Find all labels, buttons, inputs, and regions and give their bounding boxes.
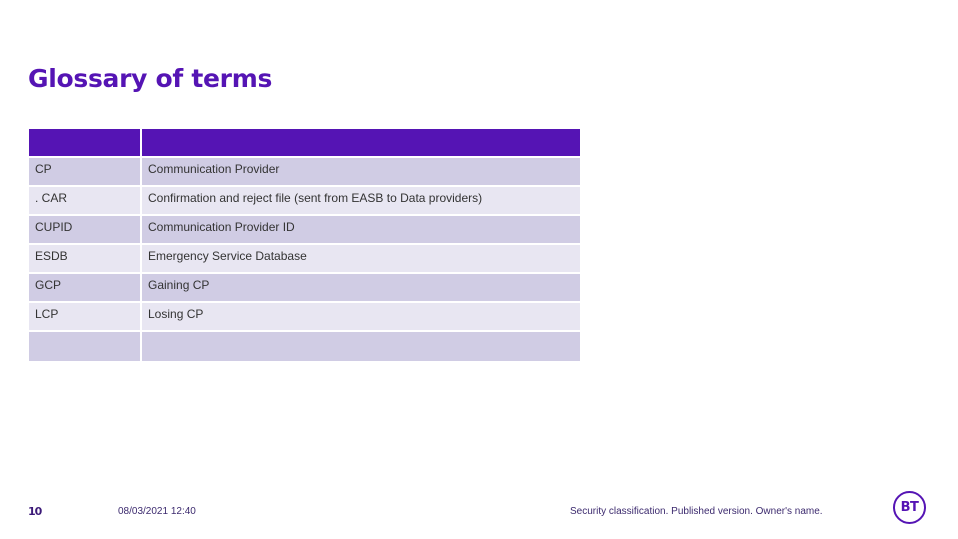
table-row: ESDB Emergency Service Database: [29, 245, 580, 272]
term-cell: GCP: [29, 274, 140, 301]
page-number: 10: [28, 505, 42, 518]
table-row-empty: [29, 332, 580, 361]
slide-title: Glossary of terms: [28, 64, 273, 93]
definition-cell: Losing CP: [142, 303, 580, 330]
table-header-row: [29, 129, 580, 156]
table-row: CP Communication Provider: [29, 158, 580, 185]
table-row: CUPID Communication Provider ID: [29, 216, 580, 243]
term-cell: [29, 332, 140, 361]
term-cell: CP: [29, 158, 140, 185]
definition-cell: Confirmation and reject file (sent from …: [142, 187, 580, 214]
definition-cell: Communication Provider ID: [142, 216, 580, 243]
term-cell: CUPID: [29, 216, 140, 243]
bt-logo-icon: BT: [893, 491, 926, 524]
glossary-table: CP Communication Provider . CAR Confirma…: [29, 129, 580, 362]
header-cell-definition: [142, 129, 580, 156]
header-cell-term: [29, 129, 140, 156]
table-row: . CAR Confirmation and reject file (sent…: [29, 187, 580, 214]
table-row: GCP Gaining CP: [29, 274, 580, 301]
term-cell: ESDB: [29, 245, 140, 272]
term-cell: LCP: [29, 303, 140, 330]
bt-logo-text: BT: [900, 500, 919, 515]
security-classification: Security classification. Published versi…: [570, 506, 823, 517]
definition-cell: Emergency Service Database: [142, 245, 580, 272]
term-cell: . CAR: [29, 187, 140, 214]
definition-cell: Communication Provider: [142, 158, 580, 185]
footer-date: 08/03/2021 12:40: [118, 506, 196, 517]
definition-cell: [142, 332, 580, 361]
table-row: LCP Losing CP: [29, 303, 580, 330]
definition-cell: Gaining CP: [142, 274, 580, 301]
